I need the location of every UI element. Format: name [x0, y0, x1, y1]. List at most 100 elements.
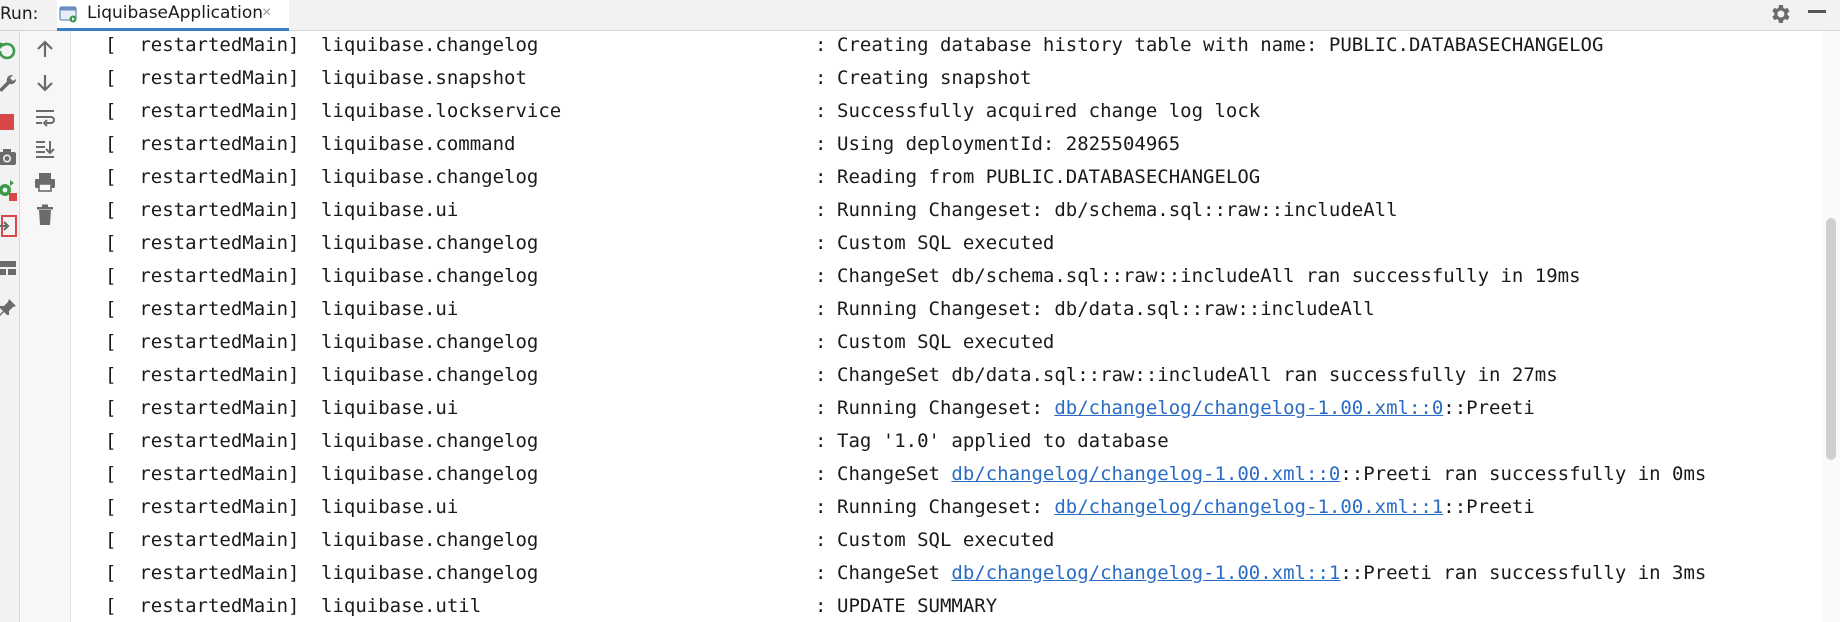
log-separator: : — [815, 100, 827, 122]
arrow-up-icon[interactable] — [34, 38, 56, 60]
log-message-suffix: ::Preeti — [1443, 397, 1535, 419]
stop-icon[interactable] — [0, 112, 16, 132]
changeset-link[interactable]: db/changelog/changelog-1.00.xml::1 — [1054, 496, 1443, 518]
log-thread: [ restartedMain] — [105, 529, 300, 551]
rerun-icon[interactable] — [0, 40, 18, 62]
print-icon[interactable] — [33, 171, 57, 193]
console-output[interactable]: [ restartedMain] liquibase.changelog: Crea… — [72, 31, 1822, 622]
log-message-text: ChangeSet db/schema.sql::raw::includeAll… — [837, 265, 1581, 287]
log-separator: : — [815, 199, 827, 221]
log-message: Using deploymentId: 2825504965 — [837, 128, 1180, 161]
log-message: Custom SQL executed — [837, 524, 1054, 557]
log-logger: liquibase.ui — [321, 496, 459, 518]
soft-wrap-icon[interactable] — [33, 107, 57, 129]
log-message: Creating database history table with nam… — [837, 31, 1603, 62]
changeset-link[interactable]: db/changelog/changelog-1.00.xml::0 — [951, 463, 1340, 485]
log-message: Running Changeset: db/changelog/changelo… — [837, 491, 1535, 524]
wrench-icon[interactable] — [0, 72, 18, 94]
arrow-down-icon[interactable] — [34, 72, 56, 94]
gear-icon[interactable] — [1768, 2, 1792, 26]
log-thread: [ restartedMain] — [105, 496, 300, 518]
log-message: Custom SQL executed — [837, 326, 1054, 359]
log-message-suffix: ::Preeti ran successfully in 3ms — [1340, 562, 1707, 584]
log-message: Running Changeset: db/changelog/changelo… — [837, 392, 1535, 425]
log-message-text: Creating snapshot — [837, 67, 1032, 89]
run-label: Run: — [0, 4, 39, 24]
log-thread: [ restartedMain] — [105, 232, 300, 254]
log-logger: liquibase.util — [321, 595, 482, 617]
log-line: [ restartedMain] liquibase.changelog: Cust… — [72, 326, 1822, 359]
restore-layout-icon[interactable] — [0, 178, 18, 202]
log-separator: : — [815, 34, 827, 56]
log-message-text: ChangeSet — [837, 463, 952, 485]
trash-icon[interactable] — [34, 203, 56, 227]
log-message-text: Running Changeset: db/schema.sql::raw::i… — [837, 199, 1398, 221]
log-logger: liquibase.changelog — [321, 265, 539, 287]
log-line: [ restartedMain] liquibase.lockservice: Su… — [72, 95, 1822, 128]
log-thread: [ restartedMain] — [105, 463, 300, 485]
log-logger: liquibase.changelog — [321, 232, 539, 254]
log-message-text: ChangeSet — [837, 562, 952, 584]
log-message: ChangeSet db/schema.sql::raw::includeAll… — [837, 260, 1581, 293]
log-separator: : — [815, 298, 827, 320]
log-logger: liquibase.changelog — [321, 331, 539, 353]
log-separator: : — [815, 463, 827, 485]
log-message: Running Changeset: db/data.sql::raw::inc… — [837, 293, 1375, 326]
log-message-text: Tag '1.0' applied to database — [837, 430, 1169, 452]
log-thread: [ restartedMain] — [105, 265, 300, 287]
vertical-scrollbar-thumb[interactable] — [1826, 218, 1836, 460]
log-logger: liquibase.ui — [321, 298, 459, 320]
camera-icon[interactable] — [0, 146, 18, 168]
log-message-text: Creating database history table with nam… — [837, 34, 1604, 56]
scroll-to-end-icon[interactable] — [33, 138, 57, 160]
layout-icon[interactable] — [0, 258, 18, 278]
log-message-text: Running Changeset: — [837, 397, 1055, 419]
changeset-link[interactable]: db/changelog/changelog-1.00.xml::1 — [951, 562, 1340, 584]
log-message-text: Custom SQL executed — [837, 331, 1055, 353]
log-line: [ restartedMain] liquibase.util: UPDATE SU… — [72, 590, 1822, 622]
log-message-text: UPDATE SUMMARY — [837, 595, 998, 617]
application-icon — [59, 6, 77, 23]
log-separator: : — [815, 166, 827, 188]
log-line: [ restartedMain] liquibase.changelog: Cust… — [72, 524, 1822, 557]
tab-label: LiquibaseApplication — [87, 3, 263, 23]
log-message: UPDATE SUMMARY — [837, 590, 997, 622]
log-line: [ restartedMain] liquibase.changelog: Chan… — [72, 359, 1822, 392]
log-message-suffix: ::Preeti — [1443, 496, 1535, 518]
log-thread: [ restartedMain] — [105, 397, 300, 419]
minimize-icon[interactable] — [1808, 10, 1826, 13]
log-separator: : — [815, 595, 827, 617]
log-separator: : — [815, 397, 827, 419]
log-thread: [ restartedMain] — [105, 595, 300, 617]
log-line: [ restartedMain] liquibase.changelog: Cust… — [72, 227, 1822, 260]
log-message: ChangeSet db/changelog/changelog-1.00.xm… — [837, 458, 1706, 491]
login-icon[interactable] — [0, 214, 18, 238]
console-actions-toolbar — [20, 31, 71, 622]
log-separator: : — [815, 232, 827, 254]
changeset-link[interactable]: db/changelog/changelog-1.00.xml::0 — [1054, 397, 1443, 419]
tab-liquibase-application[interactable]: LiquibaseApplication × — [57, 0, 289, 31]
log-logger: liquibase.changelog — [321, 364, 539, 386]
log-message-text: Reading from PUBLIC.DATABASECHANGELOG — [837, 166, 1261, 188]
log-logger: liquibase.changelog — [321, 562, 539, 584]
log-message: ChangeSet db/data.sql::raw::includeAll r… — [837, 359, 1558, 392]
log-logger: liquibase.ui — [321, 199, 459, 221]
log-separator: : — [815, 67, 827, 89]
log-line: [ restartedMain] liquibase.ui: Running Cha… — [72, 194, 1822, 227]
log-logger: liquibase.changelog — [321, 463, 539, 485]
pin-icon[interactable] — [0, 297, 18, 319]
log-line: [ restartedMain] liquibase.ui: Running Cha… — [72, 392, 1822, 425]
log-separator: : — [815, 562, 827, 584]
log-message: Tag '1.0' applied to database — [837, 425, 1169, 458]
log-line: [ restartedMain] liquibase.changelog: Chan… — [72, 458, 1822, 491]
log-line: [ restartedMain] liquibase.snapshot: Creat… — [72, 62, 1822, 95]
log-line: [ restartedMain] liquibase.ui: Running Cha… — [72, 491, 1822, 524]
close-icon[interactable]: × — [262, 4, 271, 22]
log-message: Custom SQL executed — [837, 227, 1054, 260]
log-line: [ restartedMain] liquibase.command: Using … — [72, 128, 1822, 161]
log-line: [ restartedMain] liquibase.changelog: Read… — [72, 161, 1822, 194]
log-separator: : — [815, 364, 827, 386]
log-logger: liquibase.ui — [321, 397, 459, 419]
log-line: [ restartedMain] liquibase.changelog: Chan… — [72, 260, 1822, 293]
log-line: [ restartedMain] liquibase.changelog: Tag … — [72, 425, 1822, 458]
